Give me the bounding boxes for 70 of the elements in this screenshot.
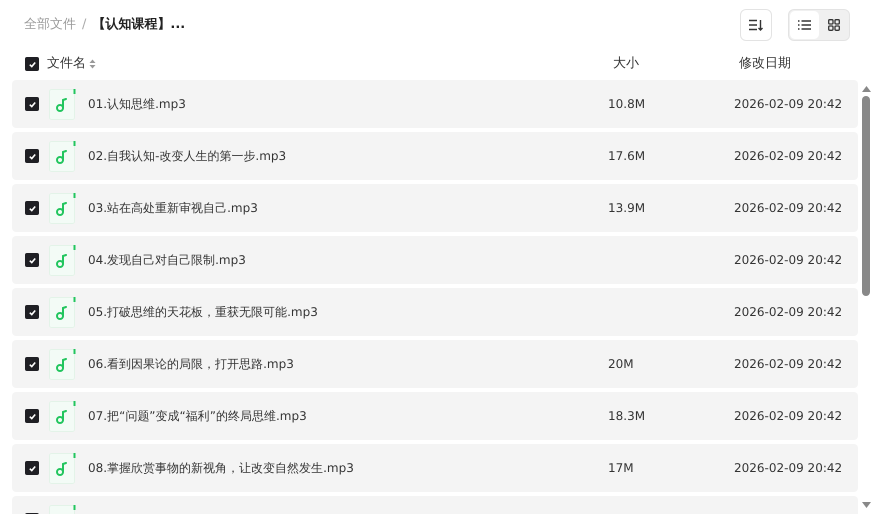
checkmark-icon [28,60,36,68]
file-name: 03.站在高处重新审视自己.mp3 [88,200,258,217]
modified-date: 2026-02-09 20:42 [734,305,842,319]
modified-date: 2026-02-09 20:42 [734,201,842,215]
file-name: 08.掌握欣赏事物的新视角，让改变自然发生.mp3 [88,460,354,477]
modified-date: 2026-02-09 20:42 [734,409,842,423]
file-size: 20M [608,357,634,371]
column-header: 大小 [613,55,640,74]
file-size: 10.8M [608,97,646,111]
file-name: 07.把“问题”变成“福利”的终局思维.mp3 [88,408,307,425]
list-icon [798,20,811,30]
audio-file-icon [49,296,76,328]
audio-file-icon [49,140,76,172]
checkmark-icon [28,412,36,420]
modified-date: 2026-02-09 20:42 [734,461,842,475]
audio-file-icon [49,88,76,120]
checkbox[interactable] [25,253,39,267]
audio-file-icon [49,244,76,276]
checkmark-icon [28,256,36,264]
checkbox[interactable] [25,461,39,475]
checkbox[interactable] [25,305,39,319]
file-row[interactable]: 01.认知思维.mp3 10.8M 2026-02-09 20:42 [12,80,858,128]
sort-icon [749,18,763,30]
file-row[interactable]: 06.看到因果论的局限，打开思路.mp3 20M 2026-02-09 20:42 [12,340,858,388]
file-size: 18.3M [608,409,646,423]
modified-date: 2026-02-09 20:42 [734,149,842,163]
checkmark-icon [28,152,36,160]
checkbox[interactable] [25,57,39,71]
checkbox[interactable] [25,149,39,163]
column-header: 修改日期 [739,55,792,74]
breadcrumb-separator: / [82,16,86,34]
list-view-button[interactable] [790,10,819,38]
file-row[interactable]: 05.打破思维的天花板，重获无限可能.mp3 2026-02-09 20:42 [12,288,858,336]
checkbox[interactable] [25,409,39,423]
file-size: 13.9M [608,201,646,215]
checkmark-icon [28,308,36,316]
audio-file-icon [49,192,76,224]
scroll-down-icon[interactable] [862,502,870,508]
file-row[interactable]: 02.自我认知-改变人生的第一步.mp3 17.6M 2026-02-09 20:42 [12,132,858,180]
modified-date: 2026-02-09 20:42 [734,97,842,111]
file-row[interactable]: 04.发现自己对自己限制.mp3 2026-02-09 20:42 [12,236,858,284]
modified-date: 2026-02-09 20:42 [734,253,842,267]
checkmark-icon [28,360,36,368]
audio-file-icon [49,348,76,380]
sort-arrows-icon[interactable] [89,59,96,69]
file-size: 17.6M [608,149,646,163]
file-name: 02.自我认知-改变人生的第一步.mp3 [88,148,286,165]
checkbox[interactable] [25,357,39,371]
checkmark-icon [28,204,36,212]
sort-button[interactable] [740,8,772,40]
file-name: 05.打破思维的天花板，重获无限可能.mp3 [88,304,318,321]
column-header[interactable]: 文件名 [47,54,86,74]
breadcrumb-current: 【认知课程】... [92,16,186,34]
checkbox[interactable] [25,97,39,111]
audio-file-icon [49,452,76,484]
grid-icon [828,18,840,30]
file-row[interactable]: 07.把“问题”变成“福利”的终局思维.mp3 18.3M 2026-02-09 20:42 [12,392,858,440]
scrollbar-thumb[interactable] [862,96,870,296]
modified-date: 2026-02-09 20:42 [734,357,842,371]
file-size: 17M [608,461,634,475]
file-name: 04.发现自己对自己限制.mp3 [88,252,246,269]
checkbox[interactable] [25,201,39,215]
audio-file-icon [49,400,76,432]
checkmark-icon [28,464,36,472]
scroll-up-icon[interactable] [862,86,870,92]
checkmark-icon [28,100,36,108]
file-name: 01.认知思维.mp3 [88,96,186,113]
file-row[interactable]: 03.站在高处重新审视自己.mp3 13.9M 2026-02-09 20:42 [12,184,858,232]
file-name: 06.看到因果论的局限，打开思路.mp3 [88,356,294,373]
file-row[interactable]: 08.掌握欣赏事物的新视角，让改变自然发生.mp3 17M 2026-02-09 20:42 [12,444,858,492]
